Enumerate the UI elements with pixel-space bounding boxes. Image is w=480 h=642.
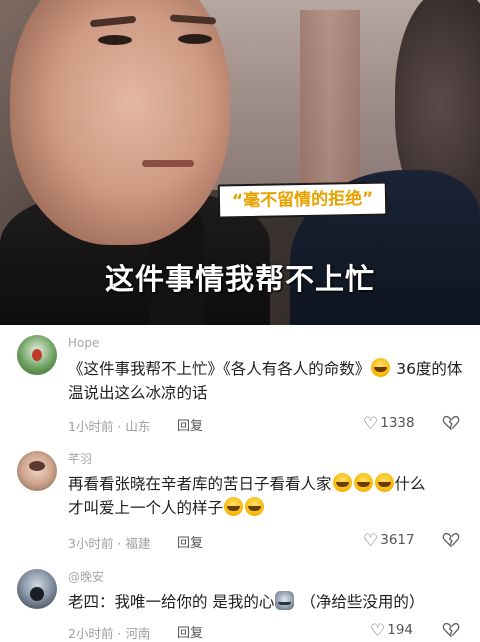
comment-text-part: 老四：我唯一给你的 是我的心 (68, 593, 275, 611)
avatar-figure (30, 587, 44, 601)
comment-username[interactable]: Hope (68, 336, 99, 350)
heart-outline-icon: ♡ (363, 414, 379, 434)
heart-outline-icon: ♡ (370, 621, 386, 641)
video-tag-caption: “毫不留情的拒绝” (217, 181, 388, 219)
comment-time-location: 3小时前 · 福建 (68, 536, 151, 551)
laugh-cry-emoji-icon (332, 473, 352, 492)
avatar-figure (32, 349, 42, 361)
laugh-cry-emoji-icon (224, 497, 244, 516)
laugh-cry-emoji-icon (374, 473, 394, 492)
laugh-cry-emoji-icon (245, 497, 265, 516)
broken-heart-icon[interactable] (442, 414, 460, 432)
comment-time-location: 2小时前 · 河南 (68, 626, 151, 641)
comment-text: 老四：我唯一给你的 是我的心 （净给些没用的） (68, 590, 463, 614)
comment-text-part: 什么 (394, 475, 426, 493)
comment-username[interactable]: @晚安 (68, 568, 104, 585)
broken-heart-icon[interactable] (442, 621, 460, 639)
eyebrow-right (169, 14, 217, 25)
like-count: 194 (387, 622, 414, 638)
comment-time-location: 1小时前 · 山东 (68, 419, 151, 434)
like-count: 1338 (380, 415, 415, 431)
video-subtitle: 这件事情我帮不上忙 (104, 262, 375, 296)
avatar[interactable] (17, 569, 57, 609)
eye-left (98, 35, 132, 45)
comment-username[interactable]: 芊羽 (68, 450, 92, 467)
background-pillar (300, 10, 360, 190)
comment-text-part: 再看看张晓在辛者库的苦日子看看人家 (68, 475, 332, 493)
avatar[interactable] (17, 335, 57, 375)
heart-outline-icon: ♡ (363, 531, 379, 551)
comment-text: 再看看张晓在辛者库的苦日子看看人家 什么 才叫爱上一个人的样子 (68, 472, 463, 520)
comment-text-part: （净给些没用的） (300, 593, 425, 611)
like-button[interactable]: ♡ 194 (370, 621, 413, 641)
avatar-figure (29, 461, 45, 471)
cat-emoji-icon (275, 591, 295, 610)
comment-text: 《这件事我帮不上忙》《各人有各人的命数》 36度的体温说出这么冰凉的话 (68, 357, 463, 405)
video-frame[interactable]: “毫不留情的拒绝” 这件事情我帮不上忙 (0, 0, 480, 325)
eye-right (178, 34, 212, 44)
laugh-cry-emoji-icon (371, 358, 391, 377)
broken-heart-icon[interactable] (442, 531, 460, 549)
comment-text-part: 才叫爱上一个人的样子 (68, 499, 224, 517)
avatar[interactable] (17, 451, 57, 491)
comment-text-part: 《这件事我帮不上忙》《各人有各人的命数》 (68, 360, 371, 378)
reply-button[interactable]: 回复 (177, 532, 203, 551)
reply-button[interactable]: 回复 (177, 415, 203, 434)
reply-button[interactable]: 回复 (177, 622, 203, 641)
character-face (10, 0, 230, 245)
like-button[interactable]: ♡ 1338 (363, 414, 415, 434)
mouth (142, 160, 194, 167)
comment-list: Hope 《这件事我帮不上忙》《各人有各人的命数》 36度的体温说出这么冰凉的话… (0, 325, 480, 641)
like-button[interactable]: ♡ 3617 (363, 531, 415, 551)
laugh-cry-emoji-icon (353, 473, 373, 492)
like-count: 3617 (380, 532, 415, 548)
eyebrow-left (89, 15, 137, 28)
